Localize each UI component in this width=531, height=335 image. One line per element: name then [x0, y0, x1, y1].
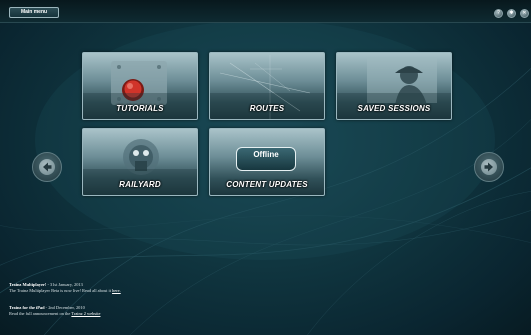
- settings-button[interactable]: ✱: [507, 9, 516, 18]
- main-menu-tab[interactable]: Main menu: [9, 7, 59, 18]
- tutorials-label: TUTORIALS: [116, 104, 164, 113]
- railyard-label: RAILYARD: [119, 180, 161, 189]
- offline-status-badge: Offline: [236, 147, 296, 171]
- content-updates-label: CONTENT UPDATES: [226, 180, 308, 189]
- saved-sessions-label: SAVED SESSIONS: [357, 104, 431, 113]
- title-bar: Main menu ? ✱ ✕: [0, 0, 531, 23]
- saved-sessions-tile[interactable]: SAVED SESSIONS: [336, 52, 452, 120]
- tutorials-tile[interactable]: TUTORIALS: [82, 52, 198, 120]
- routes-label: ROUTES: [249, 104, 285, 113]
- arrow-left-icon: [39, 159, 55, 175]
- news-headline: Trainz Multiplayer!: [9, 282, 47, 287]
- arrow-right-icon: [481, 159, 497, 175]
- help-button[interactable]: ?: [494, 9, 503, 18]
- news-item: Trainz for the iPad - 2nd December, 2010…: [9, 305, 309, 317]
- main-menu-screen: Main menu ? ✱ ✕ TUTORIALS ROUTES SAVED S…: [0, 0, 531, 335]
- news-link[interactable]: here.: [112, 288, 121, 293]
- previous-page-button[interactable]: [32, 152, 62, 182]
- content-updates-tile[interactable]: Offline CONTENT UPDATES: [209, 128, 325, 196]
- news-link[interactable]: Trainz 2 website: [71, 311, 100, 316]
- news-body: The Trainz Multiplayer Beta is now live!…: [9, 288, 113, 293]
- routes-tile[interactable]: ROUTES: [209, 52, 325, 120]
- close-button[interactable]: ✕: [520, 9, 529, 18]
- news-headline: Trainz for the iPad: [9, 305, 45, 310]
- next-page-button[interactable]: [474, 152, 504, 182]
- news-date: - 31st January, 2013: [46, 282, 83, 287]
- news-item: Trainz Multiplayer! - 31st January, 2013…: [9, 282, 309, 294]
- news-body: Read the full announcement on the: [9, 311, 72, 316]
- news-date: - 2nd December, 2010: [44, 305, 85, 310]
- railyard-tile[interactable]: RAILYARD: [82, 128, 198, 196]
